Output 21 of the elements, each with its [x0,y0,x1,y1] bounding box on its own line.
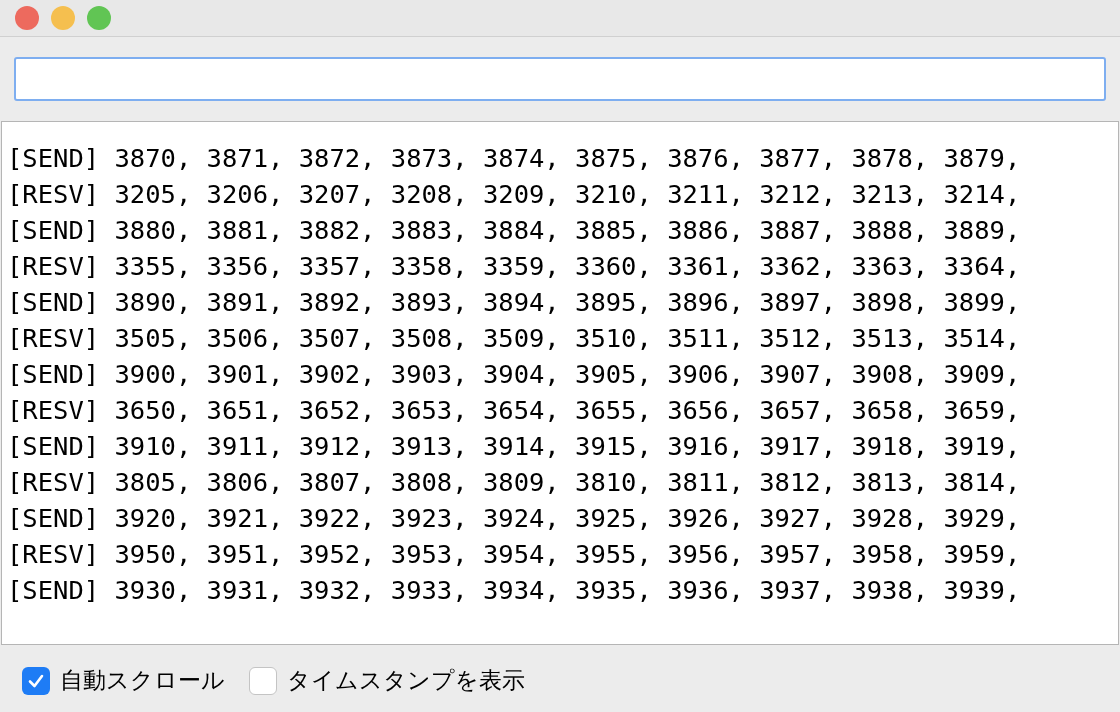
output-line: [RESV] 3505, 3506, 3507, 3508, 3509, 3510, 3511, 3512, 3513, 3514, [7,322,1021,355]
output-line: [SEND] 3920, 3921, 3922, 3923, 3924, 3925, 3926, 3927, 3928, 3929, [7,502,1021,535]
close-button[interactable] [15,6,39,30]
output-line: [RESV] 3805, 3806, 3807, 3808, 3809, 3810, 3811, 3812, 3813, 3814, [7,466,1021,499]
output-line: [SEND] 3890, 3891, 3892, 3893, 3894, 3895, 3896, 3897, 3898, 3899, [7,286,1021,319]
output-line: [SEND] 3900, 3901, 3902, 3903, 3904, 3905, 3906, 3907, 3908, 3909, [7,358,1021,391]
output-line: [SEND] 3870, 3871, 3872, 3873, 3874, 3875, 3876, 3877, 3878, 3879, [7,142,1021,175]
output-line: [SEND] 3930, 3931, 3932, 3933, 3934, 3935, 3936, 3937, 3938, 3939, [7,574,1021,607]
checkbox[interactable] [249,666,277,695]
checkbox-label: タイムスタンプを表示 [287,666,525,696]
input-field[interactable] [14,57,1106,101]
output-line: [RESV] 3650, 3651, 3652, 3653, 3654, 3655, 3656, 3657, 3658, 3659, [7,394,1021,427]
output-line: [RESV] 3205, 3206, 3207, 3208, 3209, 3210, 3211, 3212, 3213, 3214, [7,178,1021,211]
output-line: [SEND] 3910, 3911, 3912, 3913, 3914, 3915, 3916, 3917, 3918, 3919, [7,430,1021,463]
output-line: [SEND] 3880, 3881, 3882, 3883, 3884, 3885, 3886, 3887, 3888, 3889, [7,214,1021,247]
checkbox-label: 自動スクロール [60,666,225,696]
output-line: [RESV] 3950, 3951, 3952, 3953, 3954, 3955, 3956, 3957, 3958, 3959, [7,538,1021,571]
checkbox[interactable] [22,666,50,695]
output-line: [RESV] 3355, 3356, 3357, 3358, 3359, 3360, 3361, 3362, 3363, 3364, [7,250,1021,283]
zoom-button[interactable] [87,6,111,30]
minimize-button[interactable] [51,6,75,30]
